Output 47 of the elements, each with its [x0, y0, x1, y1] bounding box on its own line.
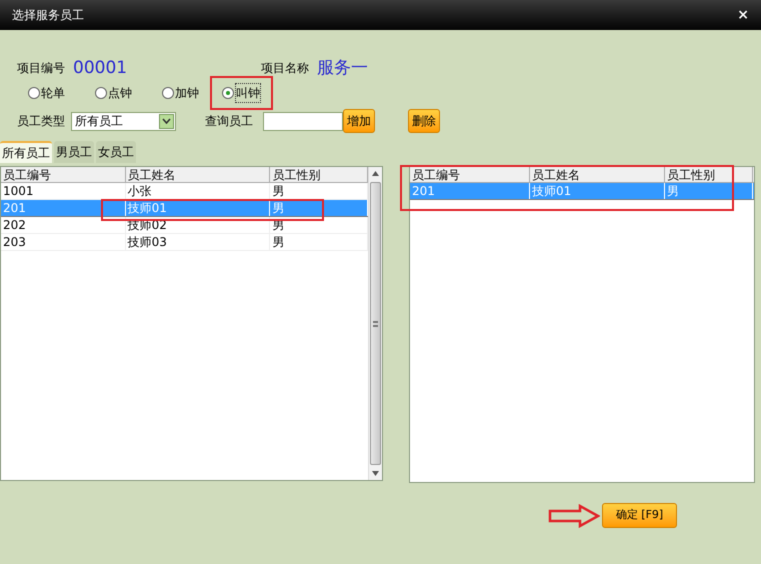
employee-type-dropdown[interactable]: 所有员工: [71, 112, 176, 130]
window-title: 选择服务员工: [12, 7, 84, 24]
table-row[interactable]: 1001 小张 男: [1, 183, 368, 200]
field-label: 项目编号: [17, 60, 65, 77]
radio-button[interactable]: [222, 87, 234, 99]
column-header[interactable]: 员工性别: [665, 167, 753, 182]
column-header[interactable]: 员工姓名: [126, 167, 270, 182]
tab[interactable]: 女员工: [96, 141, 136, 163]
column-header[interactable]: 员工姓名: [530, 167, 665, 182]
confirm-button[interactable]: 确定 [F9]: [602, 503, 677, 528]
delete-button[interactable]: 删除: [408, 109, 440, 133]
tab[interactable]: 男员工: [54, 141, 94, 163]
table-cell: 技师01: [530, 183, 665, 199]
radio-option[interactable]: 加钟: [160, 77, 201, 109]
scroll-up-icon[interactable]: [372, 171, 379, 176]
add-button[interactable]: 增加: [343, 109, 375, 133]
table-cell: 201: [410, 183, 530, 199]
dropdown-button[interactable]: [159, 114, 174, 128]
field-label: 员工类型: [17, 113, 65, 130]
item-number: 00001: [73, 60, 128, 77]
chevron-down-icon: [162, 118, 171, 124]
table-cell: 201: [1, 200, 126, 216]
table-cell: 1001: [1, 183, 126, 199]
table-cell: 小张: [126, 183, 270, 199]
scroll-down-icon[interactable]: [372, 471, 379, 476]
scrollbar-thumb[interactable]: [370, 182, 381, 465]
radio-option[interactable]: 叫钟: [210, 76, 273, 110]
table-cell: 技师03: [126, 234, 270, 250]
column-header[interactable]: 员工编号: [1, 167, 126, 182]
field-label: 项目名称: [261, 60, 310, 77]
radio-option[interactable]: 点钟: [93, 77, 134, 109]
table-row[interactable]: 203 技师03 男: [1, 234, 368, 251]
search-field[interactable]: [263, 112, 343, 130]
arrow-icon: [548, 504, 600, 528]
table-cell: 男: [665, 183, 753, 199]
tab[interactable]: 所有员工: [0, 141, 52, 163]
close-button[interactable]: ×: [737, 8, 749, 22]
radio-button[interactable]: [28, 87, 40, 99]
column-header[interactable]: 员工编号: [410, 167, 530, 182]
radio-button[interactable]: [95, 87, 107, 99]
radio-option[interactable]: 轮单: [26, 77, 67, 109]
table-cell: 技师01: [126, 200, 270, 216]
item-name: 服务一: [317, 60, 368, 77]
radio-button[interactable]: [162, 87, 174, 99]
table-cell: 202: [1, 217, 126, 233]
field-label: 查询员工: [205, 113, 253, 130]
table-cell: 203: [1, 234, 126, 250]
